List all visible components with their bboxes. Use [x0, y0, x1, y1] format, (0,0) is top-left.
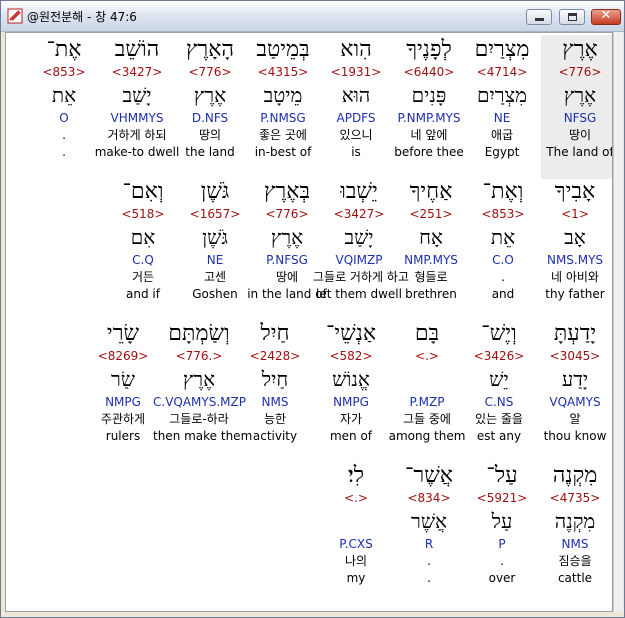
maximize-icon	[568, 13, 577, 21]
minimize-icon	[535, 18, 544, 21]
english-gloss: .	[62, 145, 66, 159]
lexical-form: אֶרֶץ	[563, 83, 597, 107]
vertical-scrollbar[interactable]	[613, 32, 623, 612]
korean-gloss: 거든	[131, 270, 155, 284]
interlinear-panel: אֶרֶץ <776> אֶרֶץ NFSG 땅이 The land of מִצְרַיִ…	[5, 32, 613, 612]
word-cell[interactable]: לִי׃ <.> P.CXS 나의 my	[310, 461, 402, 605]
close-icon: ✕	[600, 8, 612, 23]
maximize-button[interactable]	[559, 9, 585, 25]
word-cell[interactable]: אֶרֶץ <776> אֶרֶץ NFSG 땅이 The land of	[541, 35, 613, 179]
window-title: @원전분해 - 창 47:6	[27, 10, 137, 24]
word-cell[interactable]: וְאִם־ <518> אִם C.Q 거든 and if	[97, 177, 189, 321]
lexical-form: שַׂר	[111, 367, 135, 391]
lexical-form: אִם	[130, 225, 156, 249]
morphology-code: NMPG	[105, 395, 141, 409]
morphology-code: O	[59, 111, 69, 125]
korean-gloss: 나의	[344, 554, 368, 568]
morphology-code: P.CXS	[339, 537, 373, 551]
hebrew-word: אֶת־	[46, 37, 82, 62]
korean-gloss: 땅이	[568, 128, 592, 142]
title-bar[interactable]: @원전분해 - 창 47:6 ✕	[1, 1, 624, 32]
english-gloss: and if	[126, 287, 160, 301]
minimize-button[interactable]	[526, 9, 552, 25]
lexical-form: אֵת	[51, 83, 77, 107]
korean-gloss: 주관하게	[100, 412, 146, 426]
hebrew-word: וְאִם־	[122, 179, 164, 204]
english-gloss: my	[346, 571, 366, 585]
english-gloss: The land of	[546, 145, 613, 159]
strong-number[interactable]: <853>	[18, 65, 110, 80]
hebrew-word: לִי׃	[347, 463, 365, 488]
morphology-code: C.Q	[132, 253, 154, 267]
english-gloss: rulers	[105, 429, 141, 443]
morphology-code: NFSG	[563, 111, 597, 125]
word-cell[interactable]: שָׂרֵי <8269> שַׂר NMPG 주관하게 rulers	[77, 319, 169, 463]
strong-number[interactable]: <518>	[97, 207, 189, 222]
app-icon	[7, 8, 23, 24]
hebrew-word: אֶרֶץ	[562, 37, 598, 62]
strong-number[interactable]: <.>	[310, 491, 402, 506]
hebrew-word: שָׂרֵי	[106, 321, 140, 346]
word-cell[interactable]: אֶת־ <853> אֵת O..	[18, 35, 110, 179]
korean-gloss: .	[62, 128, 66, 142]
close-button[interactable]: ✕	[591, 8, 621, 25]
strong-number[interactable]: <776>	[541, 65, 612, 80]
window: @원전분해 - 창 47:6 ✕ אֶרֶץ <776> אֶרֶץ NFSG 땅이 Th…	[0, 0, 625, 618]
strong-number[interactable]: <8269>	[77, 349, 169, 364]
